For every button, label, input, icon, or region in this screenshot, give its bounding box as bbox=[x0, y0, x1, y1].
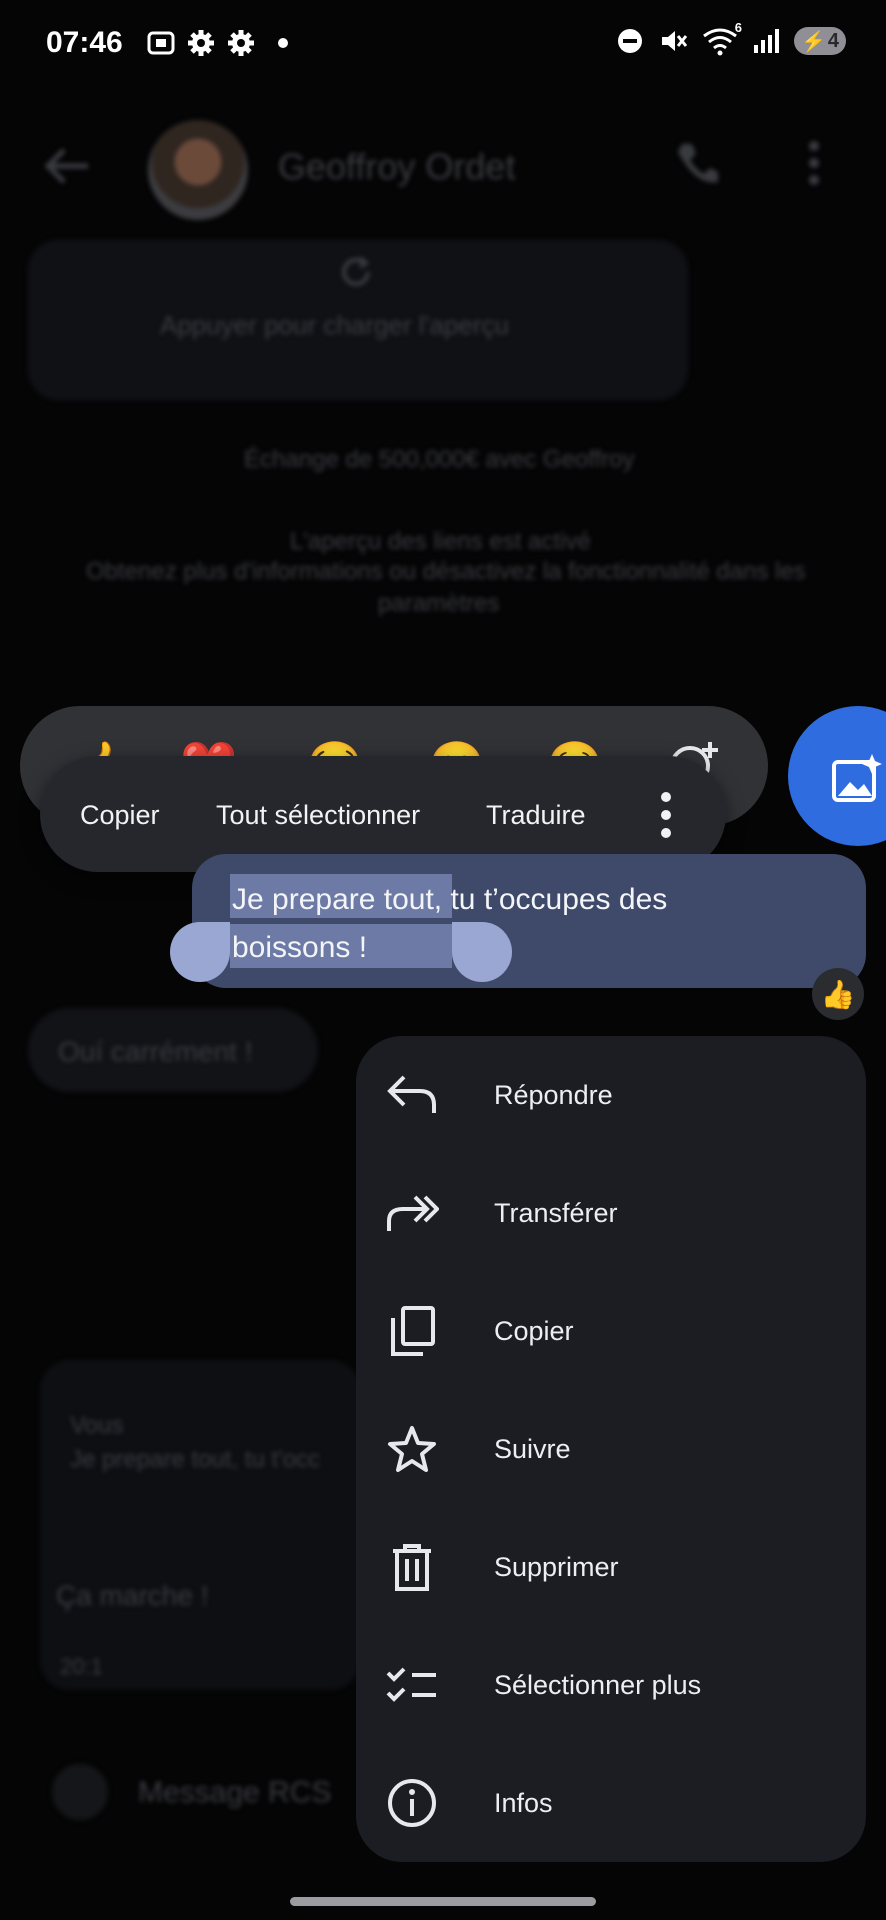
info-icon bbox=[384, 1775, 440, 1831]
selected-text: Je prepare tout bbox=[232, 883, 434, 916]
menu-item-label: Copier bbox=[494, 1315, 574, 1346]
more-options-icon[interactable] bbox=[806, 138, 822, 188]
info-line-3: Obtenez plus d'informations ou désactive… bbox=[86, 558, 806, 585]
reply-sender: Vous bbox=[70, 1412, 124, 1439]
home-gesture-bar[interactable] bbox=[290, 1897, 596, 1906]
info-line-4: paramètres bbox=[378, 590, 500, 617]
network-badge: 6 bbox=[734, 20, 742, 35]
forward-icon bbox=[384, 1185, 440, 1241]
reply-snippet: Je prepare tout, tu t'occ bbox=[70, 1446, 321, 1473]
compose-input[interactable]: Message RCS bbox=[138, 1776, 331, 1810]
mute-icon bbox=[662, 31, 688, 51]
checklist-icon bbox=[384, 1657, 440, 1713]
message-reaction-badge[interactable]: 👍 bbox=[812, 968, 864, 1020]
back-arrow-icon[interactable] bbox=[44, 146, 92, 186]
refresh-icon bbox=[342, 256, 370, 286]
star-icon bbox=[384, 1421, 440, 1477]
info-line-2: L'aperçu des liens est activé bbox=[290, 528, 591, 555]
copy-selection-button[interactable]: Copier bbox=[80, 800, 160, 831]
charging-icon: ⚡ bbox=[800, 30, 826, 53]
settings-icon bbox=[188, 30, 214, 56]
contact-name[interactable]: Geoffroy Ordet bbox=[278, 146, 515, 188]
selection-handle-end[interactable] bbox=[452, 922, 512, 982]
copy-icon bbox=[384, 1303, 440, 1359]
reply-icon bbox=[384, 1067, 440, 1123]
image-generate-button[interactable] bbox=[788, 706, 886, 846]
screenshot-icon bbox=[147, 31, 175, 55]
status-icons-left bbox=[146, 28, 288, 58]
trash-icon bbox=[384, 1539, 440, 1595]
menu-item-info[interactable]: Infos bbox=[356, 1744, 866, 1862]
notification-dot-icon bbox=[278, 38, 288, 48]
selection-more-icon[interactable] bbox=[660, 792, 672, 838]
menu-item-label: Sélectionner plus bbox=[494, 1669, 702, 1700]
select-all-button[interactable]: Tout sélectionner bbox=[216, 800, 420, 831]
status-icons-right: 6 ⚡ 4 bbox=[616, 20, 846, 56]
settings-icon bbox=[228, 30, 254, 56]
status-time: 07:46 bbox=[46, 26, 123, 59]
menu-item-select-more[interactable]: Sélectionner plus bbox=[356, 1626, 866, 1744]
translate-button[interactable]: Traduire bbox=[486, 800, 586, 831]
menu-item-label: Suivre bbox=[494, 1433, 571, 1464]
preview-prompt: Appuyer pour charger l'aperçu bbox=[160, 310, 509, 340]
menu-item-label: Infos bbox=[494, 1787, 553, 1818]
phone-icon[interactable] bbox=[672, 138, 722, 188]
battery-indicator: ⚡ 4 bbox=[794, 27, 846, 55]
signal-icon bbox=[754, 29, 779, 53]
received-message-text: Ouí carrément ! bbox=[58, 1036, 253, 1067]
unselected-text: , tu t’occupes des bbox=[433, 883, 668, 916]
contact-avatar[interactable] bbox=[148, 120, 248, 220]
image-sparkle-icon bbox=[832, 754, 882, 802]
add-attachment-icon[interactable] bbox=[52, 1764, 108, 1820]
menu-item-label: Répondre bbox=[494, 1079, 613, 1110]
do-not-disturb-icon bbox=[618, 29, 642, 53]
sent-message-text[interactable]: Je prepare tout, tu t’occupes des boisso… bbox=[232, 876, 792, 972]
menu-item-reply[interactable]: Répondre bbox=[356, 1036, 866, 1154]
menu-item-label: Supprimer bbox=[494, 1551, 619, 1582]
selected-text: boissons ! bbox=[232, 931, 368, 964]
menu-item-forward[interactable]: Transférer bbox=[356, 1154, 866, 1272]
info-line-1: Échange de 500,000€ avec Geoffroy bbox=[244, 446, 635, 473]
wifi-icon: 6 bbox=[702, 20, 742, 56]
reply-received-text: Ça marche ! bbox=[56, 1580, 209, 1611]
menu-item-label: Transférer bbox=[494, 1197, 618, 1228]
selection-handle-start[interactable] bbox=[170, 922, 230, 982]
menu-item-copy[interactable]: Copier bbox=[356, 1272, 866, 1390]
menu-item-follow[interactable]: Suivre bbox=[356, 1390, 866, 1508]
reply-time: 20:1 bbox=[60, 1654, 103, 1679]
reply-card[interactable] bbox=[40, 1360, 360, 1690]
menu-item-delete[interactable]: Supprimer bbox=[356, 1508, 866, 1626]
